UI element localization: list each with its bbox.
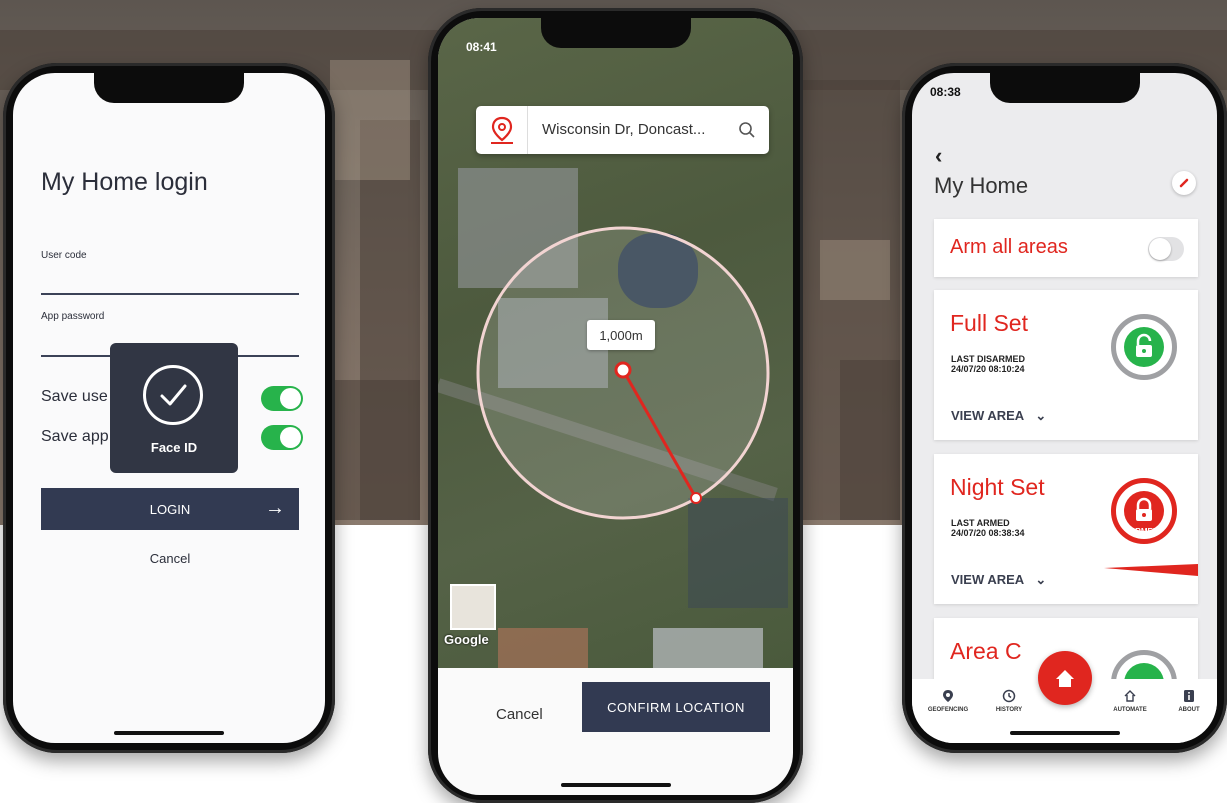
- arm-all-card: Arm all areas: [934, 219, 1198, 277]
- edit-button[interactable]: [1172, 171, 1196, 195]
- arm-all-label: Arm all areas: [950, 236, 1068, 258]
- tab-automate[interactable]: AUTOMATE: [1102, 689, 1158, 713]
- status-time: 08:38: [930, 85, 961, 99]
- user-code-field[interactable]: [41, 293, 299, 295]
- area-status-time: 24/07/20 08:38:34: [951, 528, 1025, 538]
- tab-label: HISTORY: [995, 707, 1023, 713]
- area-card-night-set[interactable]: Night Set LAST ARMED 24/07/20 08:38:34 V…: [934, 454, 1198, 604]
- lock-status-disarmed[interactable]: [1111, 314, 1177, 380]
- tab-history[interactable]: HISTORY: [984, 689, 1034, 713]
- view-area-label: VIEW AREA: [951, 572, 1024, 587]
- phone-notch: [94, 73, 244, 103]
- phone-notch: [540, 18, 691, 48]
- armed-stripe: [1104, 564, 1198, 576]
- lock-icon: [1124, 491, 1164, 531]
- automate-icon: [1124, 690, 1136, 702]
- login-screen: My Home login User code App password Sav…: [13, 73, 325, 743]
- chevron-down-icon: ⌄: [1035, 408, 1047, 423]
- map-screen: 1,000m Google 08:41 Wisconsin Dr, Doncas…: [438, 18, 793, 795]
- armed-badge: ARMED: [1129, 527, 1159, 536]
- tab-about[interactable]: ABOUT: [1164, 689, 1214, 713]
- map-type-button[interactable]: [450, 584, 496, 630]
- confirm-location-button[interactable]: CONFIRM LOCATION: [582, 682, 770, 732]
- area-status-label: LAST ARMED: [951, 518, 1010, 528]
- tab-label: AUTOMATE: [1113, 707, 1147, 713]
- lock-status-armed[interactable]: ARMED: [1111, 478, 1177, 544]
- location-pin-icon: [476, 106, 528, 154]
- history-icon: [1002, 689, 1016, 703]
- save-user-toggle[interactable]: [261, 386, 303, 411]
- radius-label: 1,000m: [587, 320, 655, 350]
- phone-map: 1,000m Google 08:41 Wisconsin Dr, Doncas…: [428, 8, 803, 803]
- pin-icon: [943, 690, 953, 702]
- view-area-label: VIEW AREA: [951, 408, 1024, 423]
- login-button[interactable]: LOGIN →: [41, 488, 299, 530]
- area-card-full-set[interactable]: Full Set LAST DISARMED 24/07/20 08:10:24…: [934, 290, 1198, 440]
- phone-notch: [989, 73, 1140, 103]
- face-id-label: Face ID: [150, 440, 198, 455]
- save-app-toggle[interactable]: [261, 425, 303, 450]
- save-user-label: Save use: [41, 388, 108, 405]
- showcase-stage: My Home login User code App password Sav…: [0, 0, 1227, 803]
- chevron-down-icon: ⌄: [1035, 572, 1047, 587]
- page-title: My Home: [934, 173, 1029, 198]
- view-area-button[interactable]: VIEW AREA ⌄: [951, 572, 1046, 588]
- home-button[interactable]: [1038, 651, 1092, 705]
- area-name: Full Set: [950, 310, 1028, 336]
- login-button-label: LOGIN: [149, 501, 191, 517]
- home-screen: 08:38 ‹ My Home Arm all areas Full Set L…: [912, 73, 1217, 743]
- search-input[interactable]: Wisconsin Dr, Doncast...: [542, 121, 705, 138]
- app-password-label: App password: [41, 311, 105, 322]
- tab-label: ABOUT: [1178, 707, 1200, 713]
- cancel-button[interactable]: Cancel: [496, 706, 543, 723]
- cancel-button[interactable]: Cancel: [41, 551, 299, 566]
- location-search-bar[interactable]: Wisconsin Dr, Doncast...: [476, 106, 769, 154]
- phone-login: My Home login User code App password Sav…: [3, 63, 335, 753]
- face-id-overlay: Face ID: [110, 343, 238, 473]
- save-app-label: Save app: [41, 428, 109, 445]
- google-logo: Google: [444, 632, 489, 647]
- user-code-label: User code: [41, 250, 87, 261]
- area-status-time: 24/07/20 08:10:24: [951, 364, 1025, 374]
- home-indicator: [1009, 731, 1120, 735]
- checkmark-icon: [143, 365, 203, 425]
- home-indicator: [560, 783, 671, 787]
- page-title: My Home login: [41, 168, 208, 196]
- tab-label: GEOFENCING: [927, 707, 969, 713]
- tab-geofencing[interactable]: GEOFENCING: [918, 689, 978, 713]
- area-name: Area C: [950, 638, 1022, 664]
- unlock-icon: [1124, 327, 1164, 367]
- info-icon: [1184, 690, 1194, 702]
- home-icon: [1056, 670, 1074, 687]
- pencil-icon: [1179, 178, 1189, 188]
- area-status-label: LAST DISARMED: [951, 354, 1025, 364]
- arm-all-toggle[interactable]: [1148, 237, 1184, 261]
- back-chevron-icon[interactable]: ‹: [935, 143, 942, 169]
- search-icon[interactable]: [738, 121, 756, 139]
- arrow-right-icon: →: [265, 497, 285, 519]
- phone-home: 08:38 ‹ My Home Arm all areas Full Set L…: [902, 63, 1227, 753]
- home-indicator: [114, 731, 224, 735]
- status-time: 08:41: [466, 40, 497, 54]
- area-name: Night Set: [950, 474, 1045, 500]
- view-area-button[interactable]: VIEW AREA ⌄: [951, 408, 1046, 424]
